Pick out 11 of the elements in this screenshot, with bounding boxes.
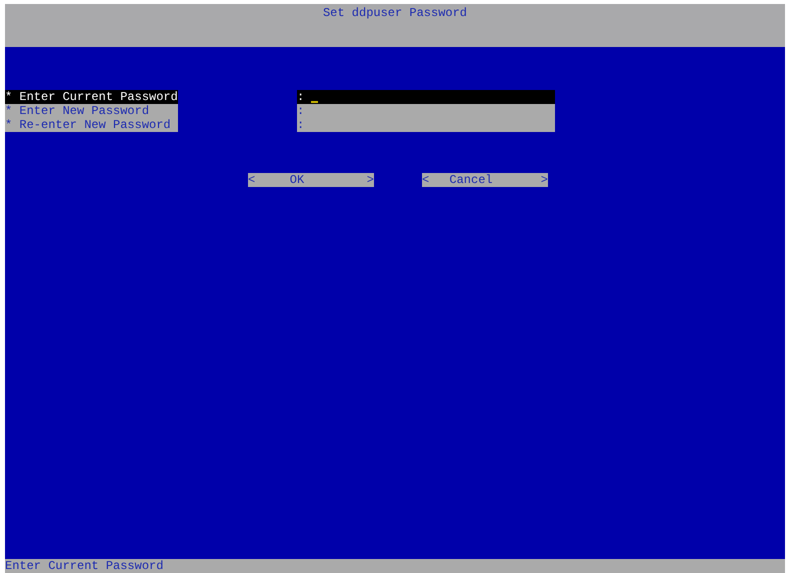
field-label[interactable]: * Enter Current Password bbox=[5, 90, 178, 104]
field-label[interactable]: * Re-enter New Password bbox=[5, 118, 178, 132]
password-field[interactable]: : bbox=[297, 118, 555, 132]
text-cursor-icon bbox=[311, 101, 318, 103]
dialog-button[interactable]: < OK > bbox=[248, 173, 374, 187]
window-title: Set ddpuser Password bbox=[322, 6, 468, 22]
dialog-button[interactable]: < Cancel > bbox=[422, 173, 548, 187]
status-text: Enter Current Password bbox=[5, 559, 164, 573]
password-field[interactable]: : bbox=[297, 90, 555, 104]
field-label[interactable]: * Enter New Password bbox=[5, 104, 178, 118]
password-field[interactable]: : bbox=[297, 104, 555, 118]
